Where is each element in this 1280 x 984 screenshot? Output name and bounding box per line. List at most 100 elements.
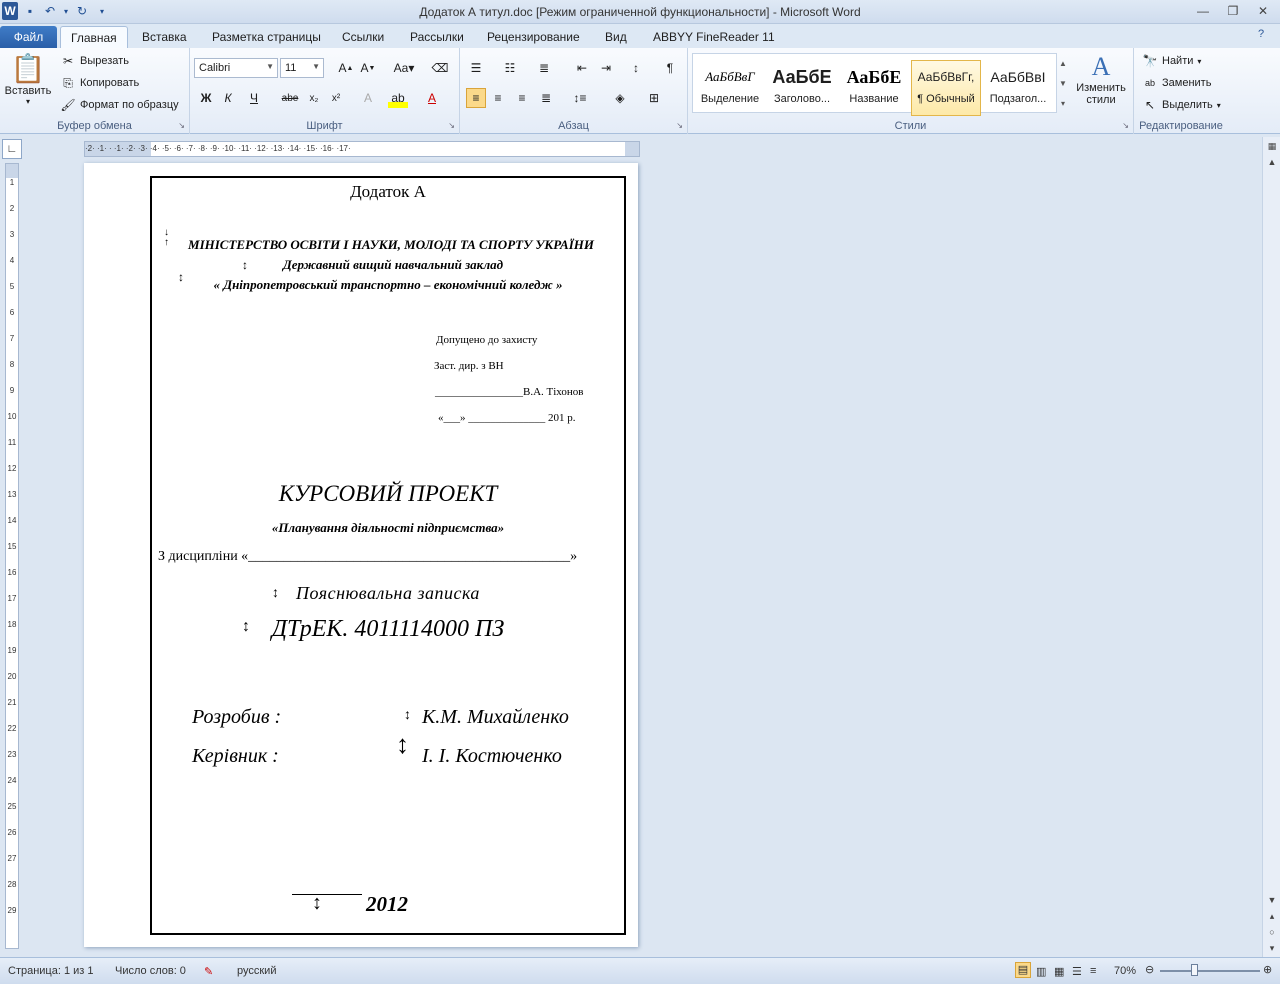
- align-right-icon[interactable]: ≡: [512, 88, 532, 108]
- text-effects-icon[interactable]: A: [358, 88, 378, 108]
- tab-mailings[interactable]: Рассылки: [400, 26, 474, 48]
- document-page[interactable]: Додаток А МІНІСТЕРСТВО ОСВІТИ І НАУКИ, М…: [84, 163, 638, 947]
- tab-home[interactable]: Главная: [60, 26, 128, 48]
- draft-icon[interactable]: ≡: [1090, 965, 1096, 977]
- proofing-icon[interactable]: ✎: [204, 965, 213, 978]
- style-normal[interactable]: АаБбВвГг, ¶ Обычный: [911, 60, 981, 116]
- zoom-out-icon[interactable]: ⊖: [1145, 963, 1154, 976]
- shading-icon[interactable]: ◈: [610, 88, 630, 108]
- clipboard-launcher-icon[interactable]: ↘: [178, 121, 185, 130]
- zoom-level[interactable]: 70%: [1114, 965, 1136, 977]
- scissors-icon: ✂: [62, 54, 74, 68]
- font-name-combo[interactable]: Calibri ▼: [194, 58, 278, 78]
- web-layout-icon[interactable]: ▦: [1054, 965, 1064, 978]
- paragraph-launcher-icon[interactable]: ↘: [676, 121, 683, 130]
- full-screen-reading-icon[interactable]: ▥: [1036, 965, 1046, 978]
- ruler-tick: 21: [7, 698, 17, 707]
- multilevel-list-icon[interactable]: ≣: [534, 58, 554, 78]
- browse-object-icon[interactable]: ○: [1265, 927, 1279, 941]
- borders-icon[interactable]: ⊞: [644, 88, 664, 108]
- styles-launcher-icon[interactable]: ↘: [1122, 121, 1129, 130]
- paste-button[interactable]: 📋 Вставить ▾: [4, 52, 52, 106]
- styles-scroll[interactable]: ▲ ▼ ▾: [1058, 54, 1068, 114]
- zoom-in-icon[interactable]: ⊕: [1263, 963, 1272, 976]
- copy-button[interactable]: ⎘ Копировать: [60, 75, 139, 91]
- line-spacing-icon[interactable]: ↕≡: [570, 88, 590, 108]
- align-left-icon[interactable]: ≡: [466, 88, 486, 108]
- help-icon[interactable]: ?: [1258, 28, 1274, 44]
- change-styles-button[interactable]: A Изменить стили: [1072, 52, 1130, 106]
- cut-button[interactable]: ✂ Вырезать: [60, 53, 129, 69]
- grow-font-icon[interactable]: A ▲: [336, 58, 356, 78]
- word-count[interactable]: Число слов: 0: [115, 965, 186, 977]
- decrease-indent-icon[interactable]: ⇤: [572, 58, 592, 78]
- tab-abbyy[interactable]: ABBYY FineReader 11: [643, 26, 785, 48]
- minimize-button[interactable]: —: [1192, 2, 1214, 20]
- outline-icon[interactable]: ☰: [1072, 965, 1082, 978]
- style-emphasis[interactable]: АаБбВвГ Выделение: [695, 60, 765, 116]
- change-styles-icon: A: [1091, 52, 1111, 81]
- underline-icon[interactable]: Ч: [244, 88, 264, 108]
- tab-selector[interactable]: ∟: [2, 139, 22, 159]
- view-ruler-icon[interactable]: ▦: [1265, 141, 1279, 155]
- ruler-tick: 22: [7, 724, 17, 733]
- sort-icon[interactable]: ↕: [626, 58, 646, 78]
- ministry-line: МІНІСТЕРСТВО ОСВІТИ І НАУКИ, МОЛОДІ ТА С…: [188, 237, 594, 252]
- dimension-marker: ↕: [242, 258, 248, 272]
- next-page-icon[interactable]: ▾: [1265, 943, 1279, 957]
- superscript-icon[interactable]: x²: [326, 88, 346, 108]
- prev-page-icon[interactable]: ▴: [1265, 911, 1279, 925]
- tab-review[interactable]: Рецензирование: [477, 26, 590, 48]
- supervisor-label: Керівник :: [192, 745, 279, 767]
- style-title[interactable]: АаБбЕ Название: [839, 60, 909, 116]
- vertical-ruler[interactable]: 1 2 3 4 5 6 7 8 9 10 11 12 13 14 15 16 17 18 19 20 21 22 23 24 2…: [5, 163, 19, 949]
- page-count[interactable]: Страница: 1 из 1: [8, 965, 94, 977]
- signature-line: ________________В.А. Тіхонов: [435, 386, 584, 398]
- highlight-icon[interactable]: ab: [388, 88, 408, 108]
- font-size-combo[interactable]: 11 ▼: [280, 58, 324, 78]
- styles-gallery: АаБбВвГ Выделение АаБбЕ Заголово... АаБб…: [692, 53, 1057, 116]
- italic-icon[interactable]: К: [218, 88, 238, 108]
- tab-view[interactable]: Вид: [595, 26, 637, 48]
- horizontal-ruler[interactable]: ·2· ·1· · ·1· ·2· ·3· ·4· ·5· ·6· ·7· ·8…: [84, 141, 640, 157]
- font-color-icon[interactable]: A: [422, 88, 442, 108]
- ruler-tick: 5: [9, 282, 15, 291]
- find-button[interactable]: 🔭 Найти ▾: [1142, 53, 1202, 69]
- change-case-icon[interactable]: Aa▾: [390, 58, 418, 78]
- scroll-up-icon[interactable]: ▲: [1265, 157, 1279, 171]
- language[interactable]: русский: [237, 965, 276, 977]
- zoom-slider-thumb[interactable]: [1191, 964, 1198, 976]
- numbering-icon[interactable]: ☷: [500, 58, 520, 78]
- style-heading[interactable]: АаБбЕ Заголово...: [767, 60, 837, 116]
- bullets-icon[interactable]: ☰: [466, 58, 486, 78]
- close-button[interactable]: ✕: [1252, 2, 1274, 20]
- increase-indent-icon[interactable]: ⇥: [596, 58, 616, 78]
- ruler-tick: 13: [7, 490, 17, 499]
- ribbon: 📋 Вставить ▾ ✂ Вырезать ⎘ Копировать 🖌 Форм…: [0, 48, 1280, 134]
- ruler-tick: 9: [9, 386, 15, 395]
- select-button[interactable]: ↖ Выделить ▾: [1142, 97, 1221, 113]
- shrink-font-icon[interactable]: A ▼: [358, 58, 378, 78]
- tab-insert[interactable]: Вставка: [132, 26, 197, 48]
- tab-references[interactable]: Ссылки: [332, 26, 394, 48]
- print-layout-icon[interactable]: ▤: [1015, 962, 1031, 978]
- zoom-slider[interactable]: [1160, 970, 1260, 972]
- subscript-icon[interactable]: x₂: [304, 88, 324, 108]
- replace-button[interactable]: ab Заменить: [1142, 75, 1211, 91]
- maximize-button[interactable]: ❐: [1222, 2, 1244, 20]
- dimension-marker: ↕: [404, 708, 411, 723]
- ruler-tick: 25: [7, 802, 17, 811]
- bold-icon[interactable]: Ж: [196, 88, 216, 108]
- clear-formatting-icon[interactable]: ⌫: [430, 58, 450, 78]
- vertical-scrollbar[interactable]: ▦ ▲ ▼ ▴ ○ ▾: [1262, 137, 1280, 957]
- show-marks-icon[interactable]: ¶: [660, 58, 680, 78]
- align-center-icon[interactable]: ≡: [488, 88, 508, 108]
- font-launcher-icon[interactable]: ↘: [448, 121, 455, 130]
- tab-page-layout[interactable]: Разметка страницы: [202, 26, 331, 48]
- scroll-down-icon[interactable]: ▼: [1265, 895, 1279, 909]
- style-subtitle[interactable]: АаБбВвІ Подзагол...: [983, 60, 1053, 116]
- format-painter-button[interactable]: 🖌 Формат по образцу: [60, 97, 178, 113]
- strikethrough-icon[interactable]: abe: [280, 88, 300, 108]
- justify-icon[interactable]: ≣: [536, 88, 556, 108]
- tab-file[interactable]: Файл: [0, 26, 57, 48]
